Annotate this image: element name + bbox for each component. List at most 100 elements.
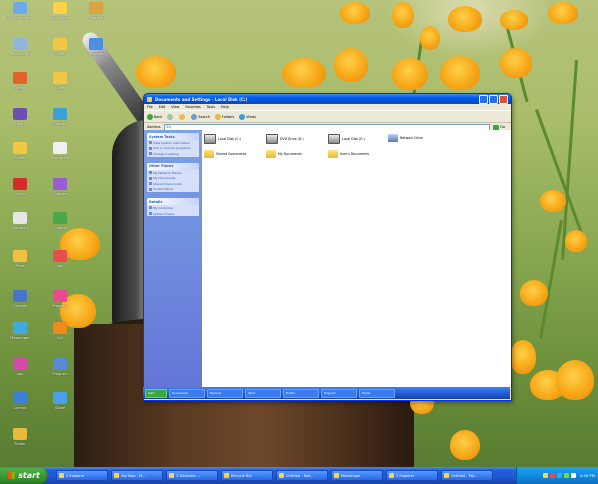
app-icon	[13, 178, 27, 190]
other-places-header[interactable]: Other Places	[147, 162, 199, 170]
desktop-icon[interactable]: Folder	[40, 72, 80, 90]
taskbar-button[interactable]: Untitled - Not...	[276, 470, 328, 481]
menu-item-tools[interactable]: Tools	[207, 105, 215, 109]
desktop-icon[interactable]: Opera	[0, 178, 40, 196]
desktop-icon[interactable]: Control	[0, 392, 40, 410]
drive-item[interactable]: DVD Drive (D:)	[266, 134, 304, 144]
desktop-icon[interactable]: Firefox	[0, 72, 40, 90]
minimize-button[interactable]	[479, 94, 488, 104]
desktop-icon-label: Messenger	[10, 336, 30, 340]
desktop-icon[interactable]: Folder	[0, 428, 40, 446]
desktop-icon[interactable]: Messenger	[0, 322, 40, 340]
search-button[interactable]: Search	[191, 113, 210, 120]
app-icon	[13, 392, 27, 404]
taskbar-button[interactable]: Recycle Bin	[221, 470, 273, 481]
desktop-icon[interactable]: Globe	[40, 392, 80, 410]
tray-icon[interactable]	[542, 473, 548, 478]
window-icon	[59, 473, 64, 478]
desktop-icon[interactable]: Network	[76, 38, 116, 56]
desktop-icon[interactable]: Folder	[40, 38, 80, 56]
views-button[interactable]: Views	[239, 113, 256, 120]
desktop-icon[interactable]: Chrome	[40, 212, 80, 230]
task-link[interactable]: System Folder	[147, 211, 199, 217]
back-button[interactable]: Back	[147, 113, 162, 120]
desktop-icon[interactable]: Media	[0, 108, 40, 126]
forward-button[interactable]	[167, 113, 174, 120]
taskbar-button[interactable]: Messenger	[331, 470, 383, 481]
go-button[interactable]: Go	[493, 124, 505, 130]
desktop-icon-label: Opera	[14, 192, 26, 196]
task-icon	[149, 182, 152, 186]
desktop-icon[interactable]: Word Doc	[40, 2, 80, 20]
desktop-icon[interactable]: Program	[40, 358, 80, 376]
tray-icon[interactable]	[556, 473, 562, 478]
task-link[interactable]: Change a setting	[147, 151, 199, 157]
details-header[interactable]: Details	[147, 198, 199, 206]
desktop-icon[interactable]: Program	[40, 290, 80, 308]
desktop-icon[interactable]: Shortcut	[76, 2, 116, 20]
desktop-icon[interactable]: Document	[40, 142, 80, 160]
menu-item-file[interactable]: File	[147, 105, 153, 109]
content-area[interactable]: Local Disk (C:) DVD Drive (D:) Local Disk …	[202, 130, 511, 391]
desktop-icon-label: Firefox	[14, 86, 26, 90]
menu-item-help[interactable]: Help	[221, 105, 229, 109]
desktop-icon-label: Globe	[54, 406, 66, 410]
folders-button[interactable]: Folders	[214, 113, 234, 120]
desktop-icon-label: My Computer	[7, 16, 33, 20]
desktop-icon-label: Media	[14, 122, 26, 126]
clock[interactable]: 4:46 PM	[580, 473, 595, 478]
tray-icon[interactable]	[549, 473, 555, 478]
desktop-icon[interactable]: Program	[40, 108, 80, 126]
desktop-icon[interactable]: Outlook	[0, 290, 40, 308]
search-icon	[191, 113, 198, 120]
folder-item[interactable]: User's Documents	[328, 150, 369, 158]
explorer-window[interactable]: Documents and Settings - Local Disk (C:)…	[143, 93, 512, 401]
desktop-icon-label: App	[16, 372, 24, 376]
desktop-icon[interactable]: Paint	[0, 250, 40, 268]
desktop-icon[interactable]: Folder	[0, 142, 40, 160]
taskbar-button[interactable]: Untitled - Pai...	[441, 470, 493, 481]
desktop-icon[interactable]: App	[40, 250, 80, 268]
desktop-icon[interactable]: Recycle Bin	[0, 38, 40, 56]
network-item[interactable]: Network Drive	[388, 134, 423, 142]
task-icon	[149, 212, 152, 216]
inner-task-button[interactable]: Explorer	[207, 388, 243, 398]
app-icon	[13, 72, 27, 84]
inner-start-button[interactable]: start	[145, 388, 167, 398]
tray-icon[interactable]	[570, 473, 576, 478]
menu-item-favorites[interactable]: Favorites	[185, 105, 200, 109]
drive-item[interactable]: Local Disk (E:)	[328, 134, 365, 144]
up-button[interactable]	[179, 113, 186, 120]
desktop-icon[interactable]: Program	[40, 178, 80, 196]
app-icon	[13, 38, 27, 50]
menu-item-edit[interactable]: Edit	[159, 105, 166, 109]
drive-item[interactable]: Local Disk (C:)	[204, 134, 241, 144]
desktop-icon[interactable]: My Computer	[0, 2, 40, 20]
inner-task-button[interactable]: Documents	[169, 388, 205, 398]
taskbar-button[interactable]: 2 Explorer	[56, 470, 108, 481]
taskbar-button[interactable]: 2 Explorer	[386, 470, 438, 481]
desktop-icon-label: Program	[52, 192, 68, 196]
desktop-icon-label: App	[56, 264, 64, 268]
desktop-icon[interactable]: App	[0, 358, 40, 376]
menu-item-view[interactable]: View	[171, 105, 179, 109]
system-tasks-header[interactable]: System Tasks	[147, 133, 199, 140]
task-link[interactable]: Control Panel	[147, 187, 199, 193]
taskbar-button[interactable]: 2 Windows ...	[166, 470, 218, 481]
folder-item[interactable]: My Documents	[266, 150, 302, 158]
desktop-icon[interactable]: VLC	[40, 322, 80, 340]
inner-task-button[interactable]: Folder	[359, 388, 395, 398]
desktop-icon[interactable]: Notepad	[0, 212, 40, 230]
window-titlebar[interactable]: Documents and Settings - Local Disk (C:)	[144, 94, 511, 104]
close-button[interactable]	[499, 94, 508, 104]
maximize-button[interactable]	[489, 94, 498, 104]
folder-item[interactable]: Shared Documents	[204, 150, 246, 158]
window-icon	[334, 473, 339, 478]
inner-task-button[interactable]: Program	[321, 388, 357, 398]
tray-icon[interactable]	[563, 473, 569, 478]
inner-task-button[interactable]: Firefox	[283, 388, 319, 398]
start-button[interactable]: start	[0, 467, 48, 484]
toolbar: Back Search Folders Views	[144, 110, 511, 123]
taskbar-button[interactable]: YouTube - M...	[111, 470, 163, 481]
inner-task-button[interactable]: Word	[245, 388, 281, 398]
